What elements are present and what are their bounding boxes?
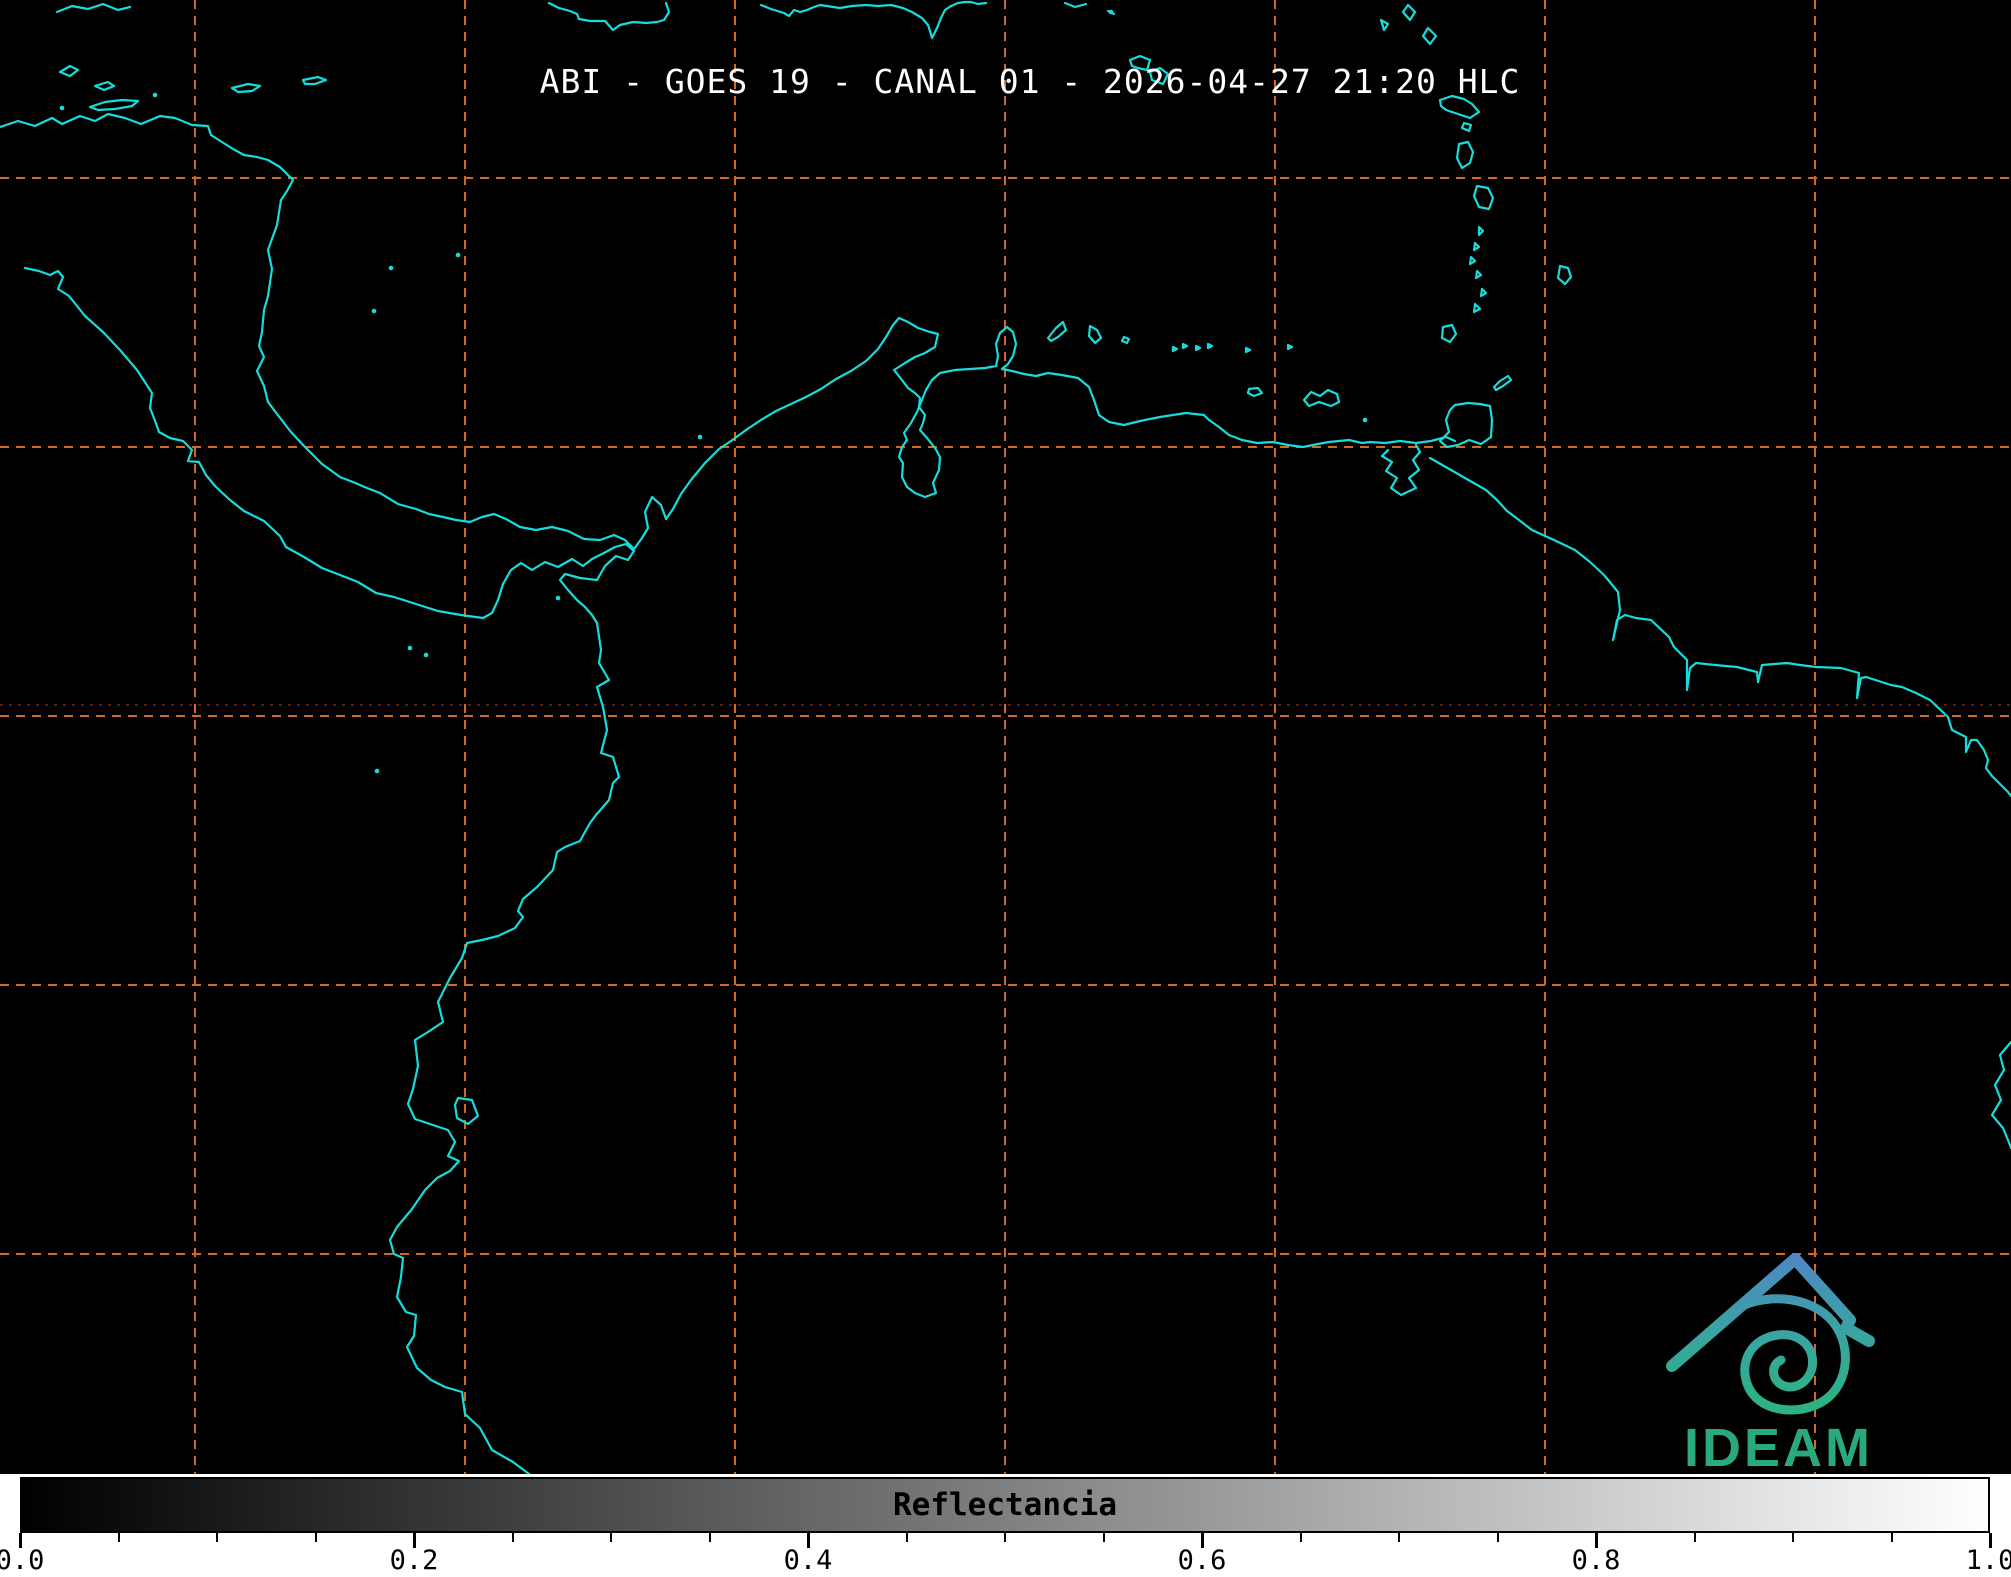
island-jamaica <box>549 3 669 30</box>
islands-honduras-bay <box>90 77 326 110</box>
island-tobago <box>1494 376 1511 390</box>
island-trinidad <box>1440 403 1492 447</box>
islands-dominica-chain <box>1381 5 1436 44</box>
islet-dot <box>408 646 413 651</box>
islet-dot <box>456 253 461 258</box>
island-barbados <box>1558 266 1571 284</box>
mountain-roof-icon <box>1672 1259 1869 1366</box>
ideam-logo-text: IDEAM <box>1684 1418 1873 1474</box>
islands-los-roques <box>1173 344 1292 352</box>
island-curacao <box>1089 326 1101 343</box>
colorbar-tick-label: 0.0 <box>0 1545 44 1576</box>
island-margarita <box>1304 390 1339 406</box>
colorbar-minor-tick <box>610 1533 612 1542</box>
islet-dot <box>375 769 380 774</box>
islet-dot <box>1363 418 1368 423</box>
islet-dot <box>60 106 65 111</box>
ideam-logo: IDEAM <box>1672 1259 1873 1474</box>
island-puna <box>455 1098 478 1124</box>
map-title: ABI - GOES 19 - CANAL 01 - 2026-04-27 21… <box>540 62 1521 101</box>
island-martinique <box>1440 96 1479 131</box>
island-la-tortuga <box>1248 388 1262 396</box>
colorbar-label: Reflectancia <box>893 1487 1117 1523</box>
coast-colombia-venezuela-caribbean <box>634 318 1455 549</box>
colorbar-minor-tick <box>1891 1533 1893 1542</box>
island-st-lucia <box>1457 142 1473 168</box>
colorbar-tick-labels: 0.0 0.2 0.4 0.6 0.8 1.0 <box>0 1545 2011 1577</box>
screenshot-root: IDEAM ABI - GOES 19 - CANAL 01 - 2026-04… <box>0 0 2011 1577</box>
coast-right-edge-fragment <box>1992 1042 2011 1148</box>
colorbar-minor-tick <box>1792 1533 1794 1542</box>
islet-dot <box>1109 10 1114 15</box>
islands-puertorico-fragments <box>1065 3 1114 14</box>
colorbar-tick-label: 0.4 <box>784 1545 833 1576</box>
satellite-map: IDEAM ABI - GOES 19 - CANAL 01 - 2026-04… <box>0 0 2011 1474</box>
islet-dot <box>556 596 561 601</box>
colorbar-minor-tick <box>709 1533 711 1542</box>
hurricane-spiral-icon <box>1732 1299 1845 1410</box>
coast-hispaniola-south <box>761 2 986 38</box>
island-grenada <box>1442 325 1456 342</box>
colorbar-minor-tick <box>1398 1533 1400 1542</box>
islet-dot <box>698 435 703 440</box>
colorbar-tick-label: 1.0 <box>1966 1545 2011 1576</box>
island-aruba <box>1048 322 1066 341</box>
colorbar-minor-tick <box>1497 1533 1499 1542</box>
colorbar-tick-label: 0.6 <box>1178 1545 1227 1576</box>
colorbar-minor-tick <box>906 1533 908 1542</box>
coast-orinoco-delta-channels <box>1382 445 1420 495</box>
island-bonaire <box>1122 337 1129 343</box>
colorbar-minor-tick <box>1300 1533 1302 1542</box>
islet-dot <box>389 266 394 271</box>
colorbar-minor-tick <box>118 1533 120 1542</box>
islands-grenadines <box>1470 227 1486 312</box>
colorbar-tick-label: 0.2 <box>390 1545 439 1576</box>
islet-dot <box>372 309 377 314</box>
coast-pacific-centralamerica-southamerica <box>25 268 634 1474</box>
colorbar-tick-label: 0.8 <box>1572 1545 1621 1576</box>
colorbar-minor-tick <box>216 1533 218 1542</box>
graticule-gridlines <box>0 0 2011 1474</box>
colorbar-minor-tick <box>1004 1533 1006 1542</box>
coast-honduras-nicaragua-panama-caribbean <box>0 114 634 549</box>
islet-dot <box>424 653 429 658</box>
colorbar-minor-tick <box>512 1533 514 1542</box>
colorbar-minor-tick <box>315 1533 317 1542</box>
colorbar-minor-tick <box>1694 1533 1696 1542</box>
islet-dot <box>153 93 158 98</box>
colorbar-minor-tick <box>1103 1533 1105 1542</box>
map-canvas: IDEAM <box>0 0 2011 1474</box>
reflectance-colorbar: Reflectancia <box>20 1477 1990 1533</box>
island-st-vincent <box>1474 186 1493 209</box>
islets-northwest <box>57 4 130 90</box>
coast-guiana <box>1430 458 2011 796</box>
